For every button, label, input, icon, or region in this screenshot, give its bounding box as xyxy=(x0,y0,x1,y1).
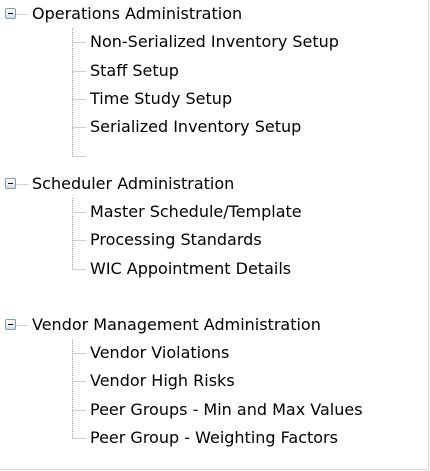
tree-node-vendor-management-administration[interactable]: Vendor Management Administration xyxy=(0,311,428,339)
tree-item-label: Vendor Violations xyxy=(90,343,230,362)
tree-view: Operations Administration Non-Serialized… xyxy=(0,0,428,469)
tree-item-label: Vendor High Risks xyxy=(90,371,235,390)
tree-item-label: Serialized Inventory Setup xyxy=(90,117,302,136)
tree-item-label: Peer Groups - Min and Max Values xyxy=(90,400,363,419)
collapse-toggle-icon[interactable] xyxy=(5,178,16,189)
tree-node-scheduler-administration[interactable]: Scheduler Administration xyxy=(0,170,428,198)
tree-item-time-study-setup[interactable]: Time Study Setup xyxy=(0,85,428,113)
tree-item-label: Peer Group - Weighting Factors xyxy=(90,428,338,447)
tree-item-vendor-violations[interactable]: Vendor Violations xyxy=(0,339,428,367)
tree-item-vendor-high-risks[interactable]: Vendor High Risks xyxy=(0,367,428,395)
tree-item-peer-group-weighting-factors[interactable]: Peer Group - Weighting Factors xyxy=(0,424,428,452)
tree-node-operations-administration[interactable]: Operations Administration xyxy=(0,0,428,28)
tree-item-label: Master Schedule/Template xyxy=(90,202,302,221)
tree-item-serialized-inventory-setup[interactable]: Serialized Inventory Setup xyxy=(0,113,428,141)
collapse-toggle-icon[interactable] xyxy=(5,8,16,19)
tree-item-wic-appointment-details[interactable]: WIC Appointment Details xyxy=(0,255,428,283)
tree-item-label: Time Study Setup xyxy=(90,89,233,108)
tree-item-non-serialized-inventory-setup[interactable]: Non-Serialized Inventory Setup xyxy=(0,28,428,56)
tree-item-label: Non-Serialized Inventory Setup xyxy=(90,32,339,51)
tree-item-label: Processing Standards xyxy=(90,230,262,249)
tree-item-processing-standards[interactable]: Processing Standards xyxy=(0,226,428,254)
tree-item-label: WIC Appointment Details xyxy=(90,259,292,278)
tree-item-master-schedule-template[interactable]: Master Schedule/Template xyxy=(0,198,428,226)
tree-node-label: Scheduler Administration xyxy=(32,174,235,193)
tree-view-panel: Operations Administration Non-Serialized… xyxy=(0,0,429,470)
tree-item-peer-groups-min-max-values[interactable]: Peer Groups - Min and Max Values xyxy=(0,396,428,424)
tree-node-label: Vendor Management Administration xyxy=(32,315,321,334)
tree-node-label: Operations Administration xyxy=(32,4,243,23)
collapse-toggle-icon[interactable] xyxy=(5,319,16,330)
tree-item-staff-setup[interactable]: Staff Setup xyxy=(0,57,428,85)
tree-item-label: Staff Setup xyxy=(90,61,179,80)
